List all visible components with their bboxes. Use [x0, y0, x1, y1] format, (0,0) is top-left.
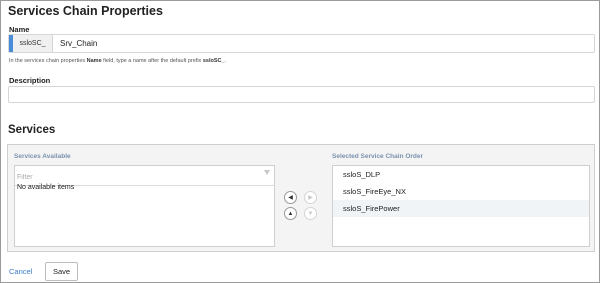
selected-chain-item[interactable]: ssloS_FireEye_NX	[333, 183, 589, 200]
services-available-list: No available items	[14, 165, 275, 247]
move-left-button[interactable]: ◀	[284, 191, 297, 204]
page-frame: Services Chain Properties Name ssloSC_ I…	[0, 0, 600, 283]
move-up-button[interactable]: ▲	[284, 207, 297, 220]
name-input[interactable]	[53, 35, 594, 52]
save-button[interactable]: Save	[45, 262, 78, 281]
arrow-left-icon: ◀	[288, 194, 293, 201]
filter-icon[interactable]	[264, 170, 270, 175]
arrow-up-icon: ▲	[287, 210, 294, 217]
name-hint: In the services chain properties Name fi…	[9, 58, 227, 64]
description-input[interactable]	[8, 86, 595, 103]
arrow-right-icon: ▶	[308, 194, 313, 201]
services-available-title: Services Available	[14, 153, 71, 160]
move-down-button[interactable]: ▼	[304, 207, 317, 220]
selected-chain-list: ssloS_DLP ssloS_FireEye_NX ssloS_FirePow…	[332, 165, 590, 247]
properties-title: Services Chain Properties	[8, 4, 163, 18]
selected-chain-title: Selected Service Chain Order	[332, 153, 424, 160]
name-field-group: ssloSC_	[8, 34, 595, 53]
move-right-button[interactable]: ▶	[304, 191, 317, 204]
services-title: Services	[8, 124, 56, 136]
name-prefix: ssloSC_	[13, 35, 53, 52]
selected-chain-item[interactable]: ssloS_FirePower	[333, 200, 589, 217]
services-panel: Services Available Selected Service Chai…	[7, 144, 595, 252]
empty-list-message: No available items	[17, 184, 75, 191]
name-label: Name	[9, 25, 30, 34]
description-label: Description	[9, 76, 51, 85]
arrow-down-icon: ▼	[307, 210, 314, 217]
cancel-link[interactable]: Cancel	[9, 267, 32, 276]
selected-chain-item[interactable]: ssloS_DLP	[333, 166, 589, 183]
